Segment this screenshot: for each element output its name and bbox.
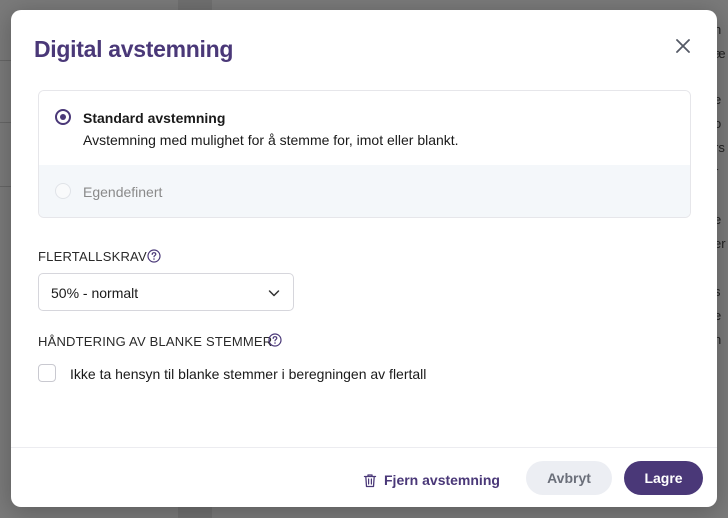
majority-select-value: 50% - normalt xyxy=(51,285,139,301)
option-custom-vote: Egendefinert xyxy=(39,165,690,217)
majority-select[interactable]: 50% - normalt xyxy=(38,273,294,311)
cancel-button[interactable]: Avbryt xyxy=(526,461,612,495)
blank-votes-label: HÅNDTERING AV BLANKE STEMMER xyxy=(38,334,273,349)
ignore-blank-votes-checkbox[interactable] xyxy=(38,364,56,382)
help-circle-icon[interactable] xyxy=(147,249,161,263)
option-standard-title: Standard avstemning xyxy=(83,110,226,126)
footer-divider xyxy=(11,447,717,448)
option-standard-vote[interactable]: Standard avstemning Avstemning med mulig… xyxy=(39,91,690,165)
dialog-title: Digital avstemning xyxy=(34,36,234,62)
radio-custom-vote xyxy=(55,183,71,199)
option-custom-title: Egendefinert xyxy=(83,184,163,200)
option-standard-description: Avstemning med mulighet for å stemme for… xyxy=(83,132,459,148)
remove-vote-button[interactable]: Fjern avstemning xyxy=(363,468,500,492)
vote-type-options: Standard avstemning Avstemning med mulig… xyxy=(38,90,691,218)
chevron-down-icon xyxy=(268,290,280,297)
radio-standard-vote[interactable] xyxy=(55,109,71,125)
digital-vote-dialog: Digital avstemning Standard avstemning A… xyxy=(11,10,717,507)
remove-vote-label: Fjern avstemning xyxy=(384,472,500,488)
trash-icon xyxy=(363,473,377,487)
ignore-blank-votes-label[interactable]: Ikke ta hensyn til blanke stemmer i bere… xyxy=(70,366,426,382)
help-circle-icon[interactable] xyxy=(268,333,282,347)
save-button[interactable]: Lagre xyxy=(624,461,703,495)
close-icon xyxy=(676,39,690,53)
majority-label: FLERTALLSKRAV xyxy=(38,249,147,264)
close-button[interactable] xyxy=(671,34,695,58)
